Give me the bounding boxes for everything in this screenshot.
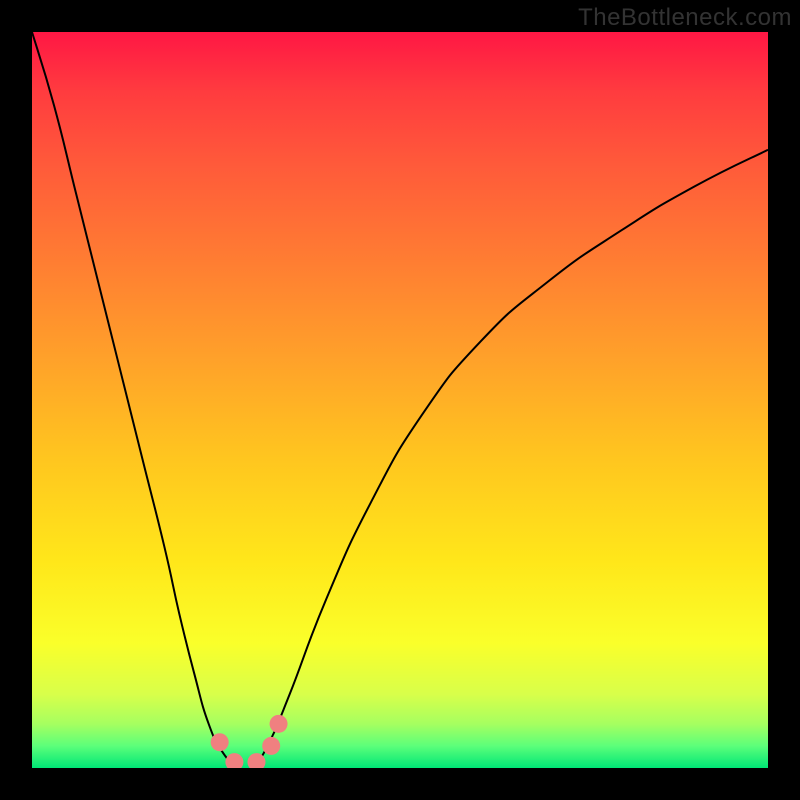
chart-overlay (32, 32, 768, 768)
data-marker (270, 715, 288, 733)
watermark-text: TheBottleneck.com (578, 4, 792, 32)
marker-group (211, 715, 288, 768)
curve-left-branch (32, 32, 238, 768)
plot-area (32, 32, 768, 768)
data-marker (262, 737, 280, 755)
chart-frame: TheBottleneck.com (0, 0, 800, 800)
data-marker (211, 733, 229, 751)
data-marker (225, 753, 243, 768)
curve-right-branch (253, 150, 768, 768)
